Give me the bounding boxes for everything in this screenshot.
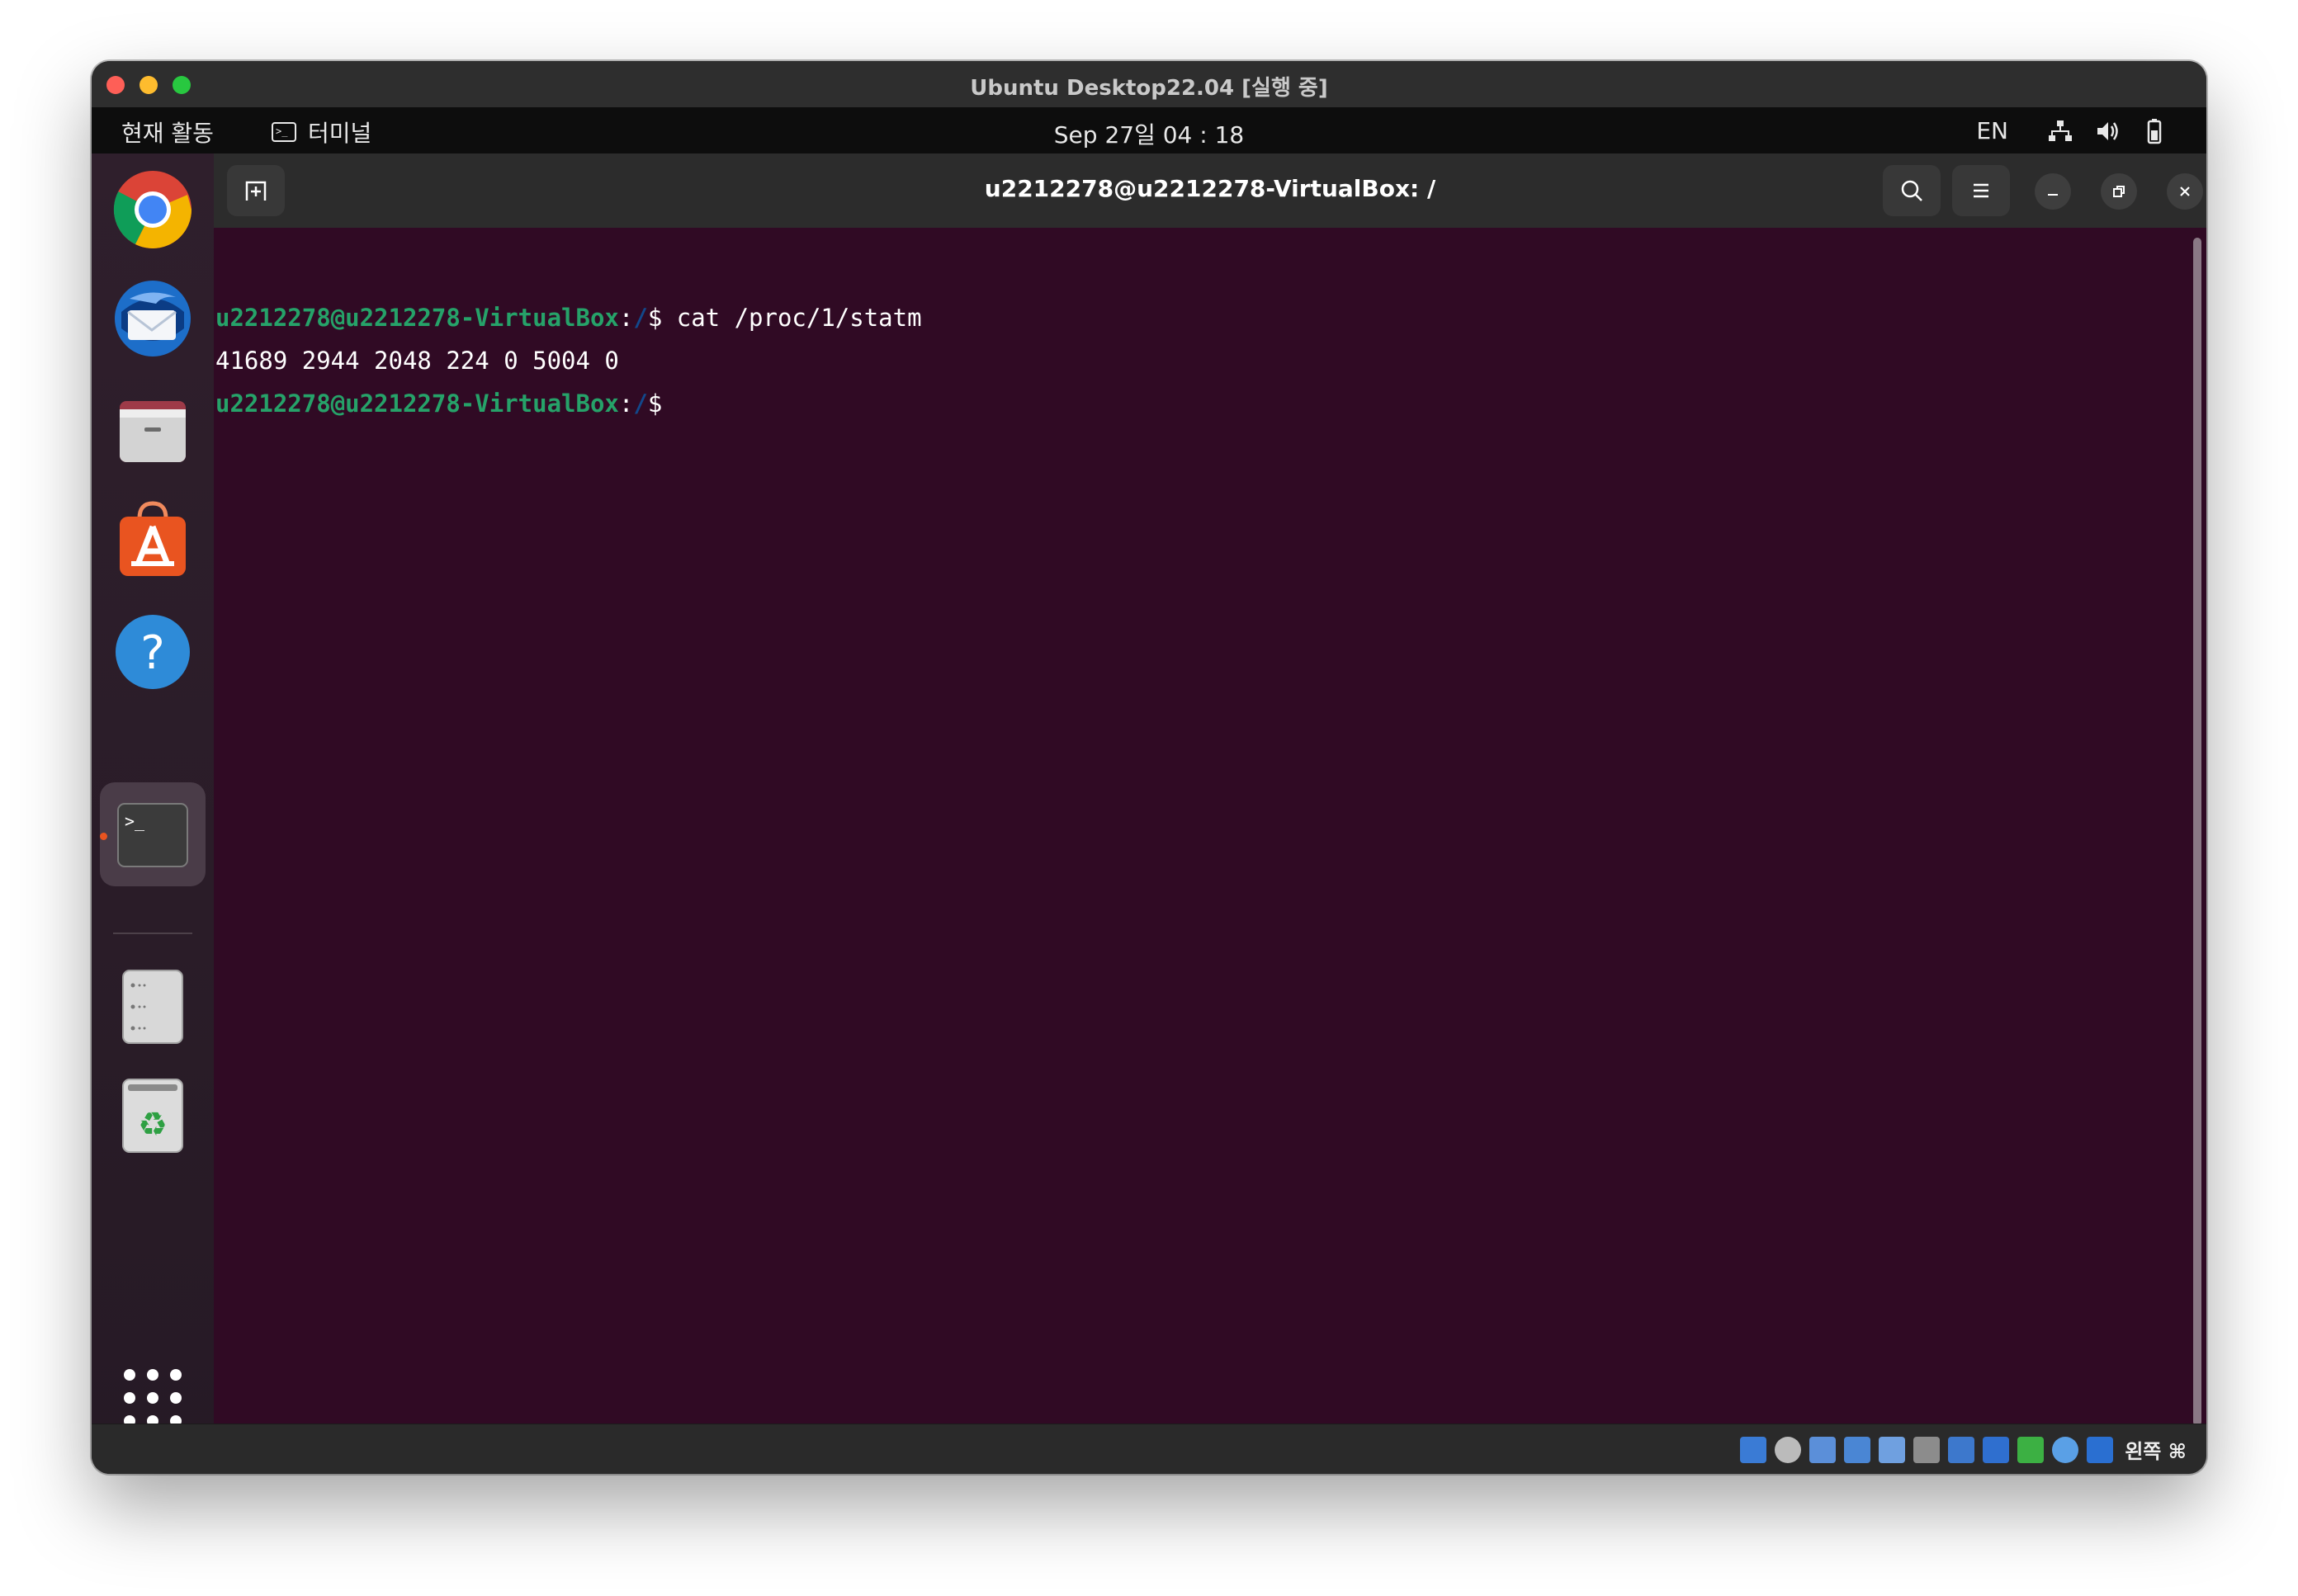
prompt-path: / xyxy=(633,390,648,418)
network-adapter-icon[interactable] xyxy=(1844,1436,1871,1463)
clock[interactable]: Sep 27일 04 : 18 xyxy=(92,117,2206,150)
mouse-integration-icon[interactable] xyxy=(2087,1436,2114,1463)
prompt-user: u2212278@u2212278-VirtualBox xyxy=(215,390,619,418)
menu-button[interactable] xyxy=(1952,165,2010,216)
dock-separator xyxy=(113,933,192,934)
virtualbox-window: Ubuntu Desktop22.04 [실행 중] 현재 활동 >_ 터미널 … xyxy=(92,61,2206,1474)
prompt-path: / xyxy=(633,304,648,332)
optical-drive-icon[interactable] xyxy=(1775,1436,1802,1463)
window-title: Ubuntu Desktop22.04 [실행 중] xyxy=(970,76,1328,101)
prompt-separator: : xyxy=(618,390,634,418)
ubuntu-dock: ? >_ ♻ xyxy=(92,153,214,1474)
input-language[interactable]: EN xyxy=(1976,117,2008,144)
scrollbar[interactable] xyxy=(2193,238,2201,1426)
host-key-label: 왼쪽 ⌘ xyxy=(2125,1440,2187,1463)
command-output: 41689 2944 2048 224 0 5004 0 xyxy=(215,347,619,375)
terminal-line: u2212278@u2212278-VirtualBox:/$ cat /pro… xyxy=(215,304,922,332)
terminal-line: u2212278@u2212278-VirtualBox:/$ xyxy=(215,390,662,418)
display-icon[interactable] xyxy=(1948,1436,1975,1463)
vbox-status-bar: 왼쪽 ⌘ xyxy=(92,1424,2206,1474)
files-icon[interactable] xyxy=(113,390,192,469)
help-icon[interactable]: ? xyxy=(113,612,192,692)
trash-icon[interactable]: ♻ xyxy=(113,1076,192,1155)
network-icon[interactable] xyxy=(2046,117,2074,145)
terminal-icon[interactable]: >_ xyxy=(113,796,192,875)
close-button[interactable] xyxy=(2167,173,2203,210)
search-icon xyxy=(1901,180,1922,201)
app-center-icon[interactable] xyxy=(113,500,192,579)
disk-icon[interactable] xyxy=(113,967,192,1046)
restore-button[interactable] xyxy=(2101,173,2137,210)
hamburger-menu-icon xyxy=(1974,183,1988,198)
shared-folder-icon[interactable] xyxy=(1913,1436,1941,1463)
search-button[interactable] xyxy=(1883,165,1941,216)
hard-disk-icon[interactable] xyxy=(1740,1436,1767,1463)
recording-icon[interactable] xyxy=(1983,1436,2010,1463)
restore-icon xyxy=(2113,186,2125,197)
ubuntu-top-bar: 현재 활동 >_ 터미널 Sep 27일 04 : 18 EN xyxy=(92,107,2206,153)
terminal-headerbar: u2212278@u2212278-VirtualBox: / xyxy=(214,153,2206,229)
audio-icon[interactable] xyxy=(1809,1436,1837,1463)
prompt-separator: : xyxy=(618,304,634,332)
svg-text:♻: ♻ xyxy=(138,1106,168,1144)
command-text: cat /proc/1/statm xyxy=(676,304,922,332)
svg-text:?: ? xyxy=(140,626,165,680)
prompt-dollar: $ xyxy=(647,304,677,332)
thunderbird-icon[interactable] xyxy=(113,279,192,358)
cpu-icon[interactable] xyxy=(2017,1436,2045,1463)
prompt-user: u2212278@u2212278-VirtualBox xyxy=(215,304,619,332)
chrome-icon[interactable] xyxy=(113,170,192,249)
running-indicator xyxy=(100,833,107,840)
svg-text:>_: >_ xyxy=(125,811,145,831)
prompt-dollar: $ xyxy=(647,390,663,418)
mac-titlebar: Ubuntu Desktop22.04 [실행 중] xyxy=(92,61,2206,108)
guest-additions-icon[interactable] xyxy=(2052,1436,2079,1463)
usb-icon[interactable] xyxy=(1879,1436,1906,1463)
minimize-icon xyxy=(2048,194,2058,196)
close-icon xyxy=(2180,187,2190,196)
volume-icon[interactable] xyxy=(2094,117,2122,145)
battery-icon[interactable] xyxy=(2140,117,2168,145)
terminal-output[interactable]: u2212278@u2212278-VirtualBox:/$ cat /pro… xyxy=(214,228,2206,1426)
minimize-button[interactable] xyxy=(2035,173,2071,210)
